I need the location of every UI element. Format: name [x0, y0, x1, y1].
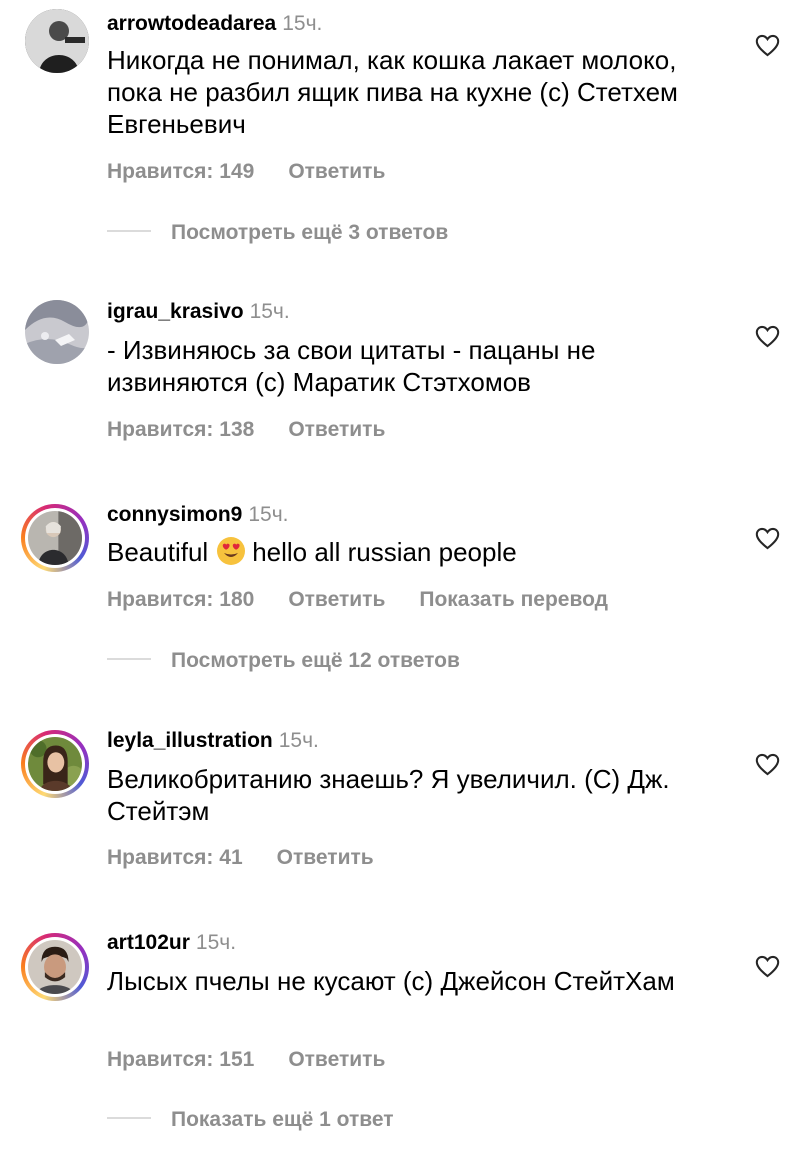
comment-header: connysimon9 15ч. [107, 503, 289, 527]
heart-outline-icon[interactable] [754, 323, 781, 350]
comment-text-part: Beautiful [107, 537, 209, 567]
view-more-replies[interactable]: Посмотреть ещё 12 ответов [107, 649, 460, 673]
comment-text: Великобританию знаешь? Я увеличил. (С) Д… [107, 764, 670, 826]
avatar-ring [25, 508, 85, 568]
divider-line [107, 1117, 151, 1120]
comment-text: - Извиняюсь за свои цитаты - пацаны не и… [107, 335, 596, 397]
username[interactable]: leyla_illustration [107, 729, 273, 752]
timestamp: 15ч. [195, 931, 237, 954]
heart-outline-icon[interactable] [754, 751, 781, 778]
reply-button[interactable]: Ответить [288, 160, 385, 183]
comment-header: igrau_krasivo 15ч. [107, 300, 290, 324]
likes-count[interactable]: Нравится: 151 [107, 1048, 254, 1071]
view-more-replies[interactable]: Посмотреть ещё 3 ответов [107, 221, 448, 245]
avatar-ring [25, 734, 85, 794]
likes-count[interactable]: Нравится: 149 [107, 160, 254, 183]
avatar[interactable] [25, 9, 89, 73]
view-more-replies[interactable]: Показать ещё 1 ответ [107, 1108, 394, 1132]
likes-count[interactable]: Нравится: 41 [107, 846, 243, 869]
comment-text: Лысых пчелы не кусают (с) Джейсон СтейтХ… [107, 966, 675, 996]
reply-button[interactable]: Ответить [288, 418, 385, 441]
view-more-label[interactable]: Посмотреть ещё 12 ответов [171, 649, 460, 672]
comment-text: Никогда не понимал, как кошка лакает мол… [107, 45, 678, 139]
comment-actions: Нравится: 151 Ответить [107, 1048, 419, 1072]
comment-actions: Нравится: 138 Ответить [107, 418, 419, 442]
comment-text-part: hello all russian people [252, 537, 517, 567]
comment-actions: Нравится: 149 Ответить [107, 160, 419, 184]
show-translation-button[interactable]: Показать перевод [419, 588, 608, 611]
avatar[interactable] [21, 504, 89, 572]
avatar-ring [25, 937, 85, 997]
likes-count[interactable]: Нравится: 180 [107, 588, 254, 611]
username[interactable]: igrau_krasivo [107, 300, 244, 323]
timestamp: 15ч. [248, 503, 289, 526]
heart-outline-icon[interactable] [754, 953, 781, 980]
avatar-image [28, 737, 82, 791]
comment-header: art102ur 15ч. [107, 931, 236, 955]
avatar[interactable] [25, 300, 89, 364]
avatar-image [28, 940, 82, 994]
reply-button[interactable]: Ответить [288, 588, 385, 611]
username[interactable]: art102ur [107, 931, 190, 954]
heart-outline-icon[interactable] [754, 32, 781, 59]
comment-header: leyla_illustration 15ч. [107, 729, 319, 753]
heart-outline-icon[interactable] [754, 525, 781, 552]
avatar[interactable] [21, 730, 89, 798]
username[interactable]: connysimon9 [107, 503, 242, 526]
timestamp: 15ч. [282, 12, 323, 35]
avatar[interactable] [21, 933, 89, 1001]
comment-actions: Нравится: 180 Ответить Показать перевод [107, 588, 642, 612]
avatar-image [28, 511, 82, 565]
comment-actions: Нравится: 41 Ответить [107, 846, 408, 870]
view-more-label[interactable]: Посмотреть ещё 3 ответов [171, 221, 448, 244]
comment-header: arrowtodeadarea 15ч. [107, 12, 322, 36]
heart-eyes-emoji-icon [217, 537, 246, 565]
timestamp: 15ч. [278, 729, 319, 752]
reply-button[interactable]: Ответить [277, 846, 374, 869]
timestamp: 15ч. [249, 300, 290, 323]
avatar-image [25, 300, 89, 364]
reply-button[interactable]: Ответить [288, 1048, 385, 1071]
comment-text: Beautiful hello all russian people [107, 536, 727, 568]
likes-count[interactable]: Нравится: 138 [107, 418, 254, 441]
divider-line [107, 658, 151, 661]
divider-line [107, 230, 151, 233]
username[interactable]: arrowtodeadarea [107, 12, 276, 35]
avatar-image [25, 9, 89, 73]
view-more-label[interactable]: Показать ещё 1 ответ [171, 1108, 394, 1131]
